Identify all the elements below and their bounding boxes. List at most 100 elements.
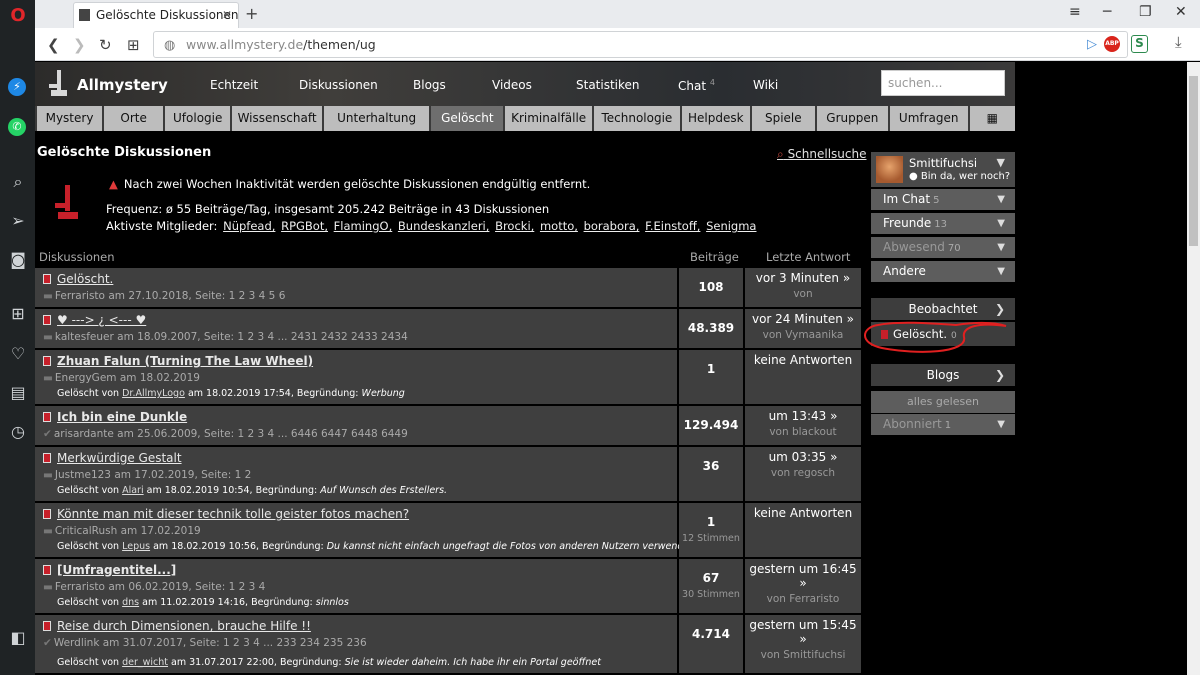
cat-orte[interactable]: Orte	[104, 106, 164, 131]
nav-diskussionen[interactable]: Diskussionen	[299, 78, 378, 92]
allmystery-logo-icon[interactable]	[49, 70, 69, 97]
camera-icon[interactable]: ◙	[8, 250, 28, 270]
member-link[interactable]: borabora,	[584, 219, 640, 233]
topic-title-link[interactable]: Merkwürdige Gestalt	[57, 451, 182, 465]
scrollbar-thumb[interactable]	[1189, 76, 1198, 246]
table-row[interactable]: Ich bin eine Dunkle ✔ arisardante am 25.06…	[35, 406, 861, 445]
cat-wissenschaft[interactable]: Wissenschaft	[232, 106, 322, 131]
cat-ufologie[interactable]: Ufologie	[165, 106, 231, 131]
user-panel[interactable]: Smittifuchsi ● Bin da, wer noch? ▼	[871, 152, 1015, 187]
nav-wiki[interactable]: Wiki	[753, 78, 778, 92]
nav-blogs[interactable]: Blogs	[413, 78, 446, 92]
cat-gruppen[interactable]: Gruppen	[816, 106, 888, 131]
last-reply-time[interactable]: vor 3 Minuten »	[745, 271, 861, 285]
member-link[interactable]: RPGBot,	[281, 219, 328, 233]
forward-icon[interactable]: ❯	[73, 36, 86, 54]
cat-helpdesk[interactable]: Helpdesk	[681, 106, 750, 131]
last-reply-time[interactable]: gestern um 16:45 »	[745, 562, 861, 590]
topic-title-link[interactable]: Gelöscht.	[57, 272, 113, 286]
speed-dial-grid-icon[interactable]: ⊞	[127, 36, 140, 54]
member-link[interactable]: Senigma	[706, 219, 756, 233]
tab-menu-icon[interactable]: ≡	[1069, 4, 1081, 20]
nav-chat[interactable]: Chat 4	[678, 78, 715, 93]
member-link[interactable]: Brocki,	[495, 219, 534, 233]
abwesend-item[interactable]: Abwesend 70 ▼	[871, 237, 1015, 258]
nav-statistiken[interactable]: Statistiken	[576, 78, 640, 92]
last-reply-cell[interactable]: gestern um 16:45 » von Ferraristo	[745, 559, 861, 613]
sidebar-toggle-icon[interactable]: ◧	[8, 628, 28, 648]
extension-icon[interactable]: S	[1131, 35, 1148, 53]
abonniert-item[interactable]: Abonniert 1 ▼	[871, 414, 1015, 435]
opera-icon[interactable]: O	[8, 6, 28, 26]
whatsapp-icon[interactable]: ✆	[8, 118, 26, 136]
cat-kriminalfaelle[interactable]: Kriminalfälle	[505, 106, 593, 131]
topic-title-link[interactable]: [Umfragentitel...]	[57, 563, 176, 577]
back-icon[interactable]: ❮	[47, 36, 60, 54]
user-name[interactable]: Smittifuchsi	[909, 156, 977, 170]
browser-tab[interactable]: Gelöschte Diskussionen - A ✕	[73, 2, 239, 28]
last-reply-time[interactable]: gestern um 15:45 »	[745, 618, 861, 646]
last-reply-cell[interactable]: keine Antworten	[745, 503, 861, 557]
new-tab-button[interactable]: +	[245, 4, 258, 23]
blogs-header[interactable]: Blogs ❯	[871, 364, 1015, 386]
table-row[interactable]: Merkwürdige Gestalt ▬ Justme123 am 17.02.2…	[35, 447, 861, 501]
cat-umfragen[interactable]: Umfragen	[889, 106, 968, 131]
send-icon[interactable]: ➢	[8, 211, 28, 231]
andere-item[interactable]: Andere ▼	[871, 261, 1015, 282]
cat-unterhaltung[interactable]: Unterhaltung	[323, 106, 430, 131]
adblock-icon[interactable]: ABP	[1104, 36, 1120, 52]
last-reply-cell[interactable]: um 13:43 » von blackout	[745, 406, 861, 445]
member-link[interactable]: F.Einstoff,	[645, 219, 700, 233]
deleted-by-link[interactable]: Lepus	[122, 541, 150, 552]
site-brand[interactable]: Allmystery	[77, 76, 168, 94]
last-reply-time[interactable]: um 03:35 »	[745, 450, 861, 464]
deleted-by-link[interactable]: Alari	[122, 485, 144, 496]
table-row[interactable]: Zhuan Falun (Turning The Law Wheel) ▬ Ener…	[35, 350, 861, 404]
last-reply-cell[interactable]: gestern um 15:45 » von Smittifuchsi	[745, 615, 861, 673]
table-row[interactable]: [Umfragentitel...] ▬ Ferraristo am 06.02.2…	[35, 559, 861, 613]
table-row[interactable]: ♥ ---> ¿ <--- ♥ ▬ kaltesfeuer am 18.09.200…	[35, 309, 861, 348]
url-input[interactable]: ◍ www.allmystery.de/themen/ug ▷ ♡	[153, 31, 1128, 58]
member-link[interactable]: FlamingO,	[334, 219, 393, 233]
topic-title-link[interactable]: Zhuan Falun (Turning The Law Wheel)	[57, 354, 313, 368]
freunde-item[interactable]: Freunde 13 ▼	[871, 213, 1015, 234]
avatar[interactable]	[876, 156, 903, 183]
last-reply-cell[interactable]: vor 24 Minuten » von Vymaanika	[745, 309, 861, 348]
member-link[interactable]: Nüpfead,	[223, 219, 275, 233]
table-row[interactable]: Reise durch Dimensionen, brauche Hilfe !…	[35, 615, 861, 673]
page-scrollbar[interactable]	[1187, 62, 1200, 675]
download-icon[interactable]: ⤓	[1175, 33, 1182, 51]
close-window-icon[interactable]: ✕	[1175, 4, 1187, 20]
last-reply-time[interactable]: keine Antworten	[745, 506, 861, 520]
table-row[interactable]: Gelöscht. ▬ Ferraristo am 27.10.2018, Seit…	[35, 268, 861, 307]
last-reply-time[interactable]: um 13:43 »	[745, 409, 861, 423]
last-reply-time[interactable]: keine Antworten	[745, 353, 861, 367]
table-row[interactable]: Könnte man mit dieser technik tolle geis…	[35, 503, 861, 557]
chevron-down-icon[interactable]: ▼	[997, 156, 1005, 169]
alles-gelesen[interactable]: alles gelesen	[871, 391, 1015, 413]
heart-icon[interactable]: ♡	[8, 344, 28, 364]
deleted-by-link[interactable]: der_wicht	[122, 657, 168, 668]
nav-videos[interactable]: Videos	[492, 78, 532, 92]
site-search-input[interactable]: suchen...	[881, 70, 1005, 96]
deleted-by-link[interactable]: dns	[122, 597, 139, 608]
speed-dial-icon[interactable]: ⊞	[8, 304, 28, 324]
cat-geloescht[interactable]: Gelöscht	[431, 106, 504, 131]
cat-technologie[interactable]: Technologie	[594, 106, 680, 131]
search-icon[interactable]: ⌕	[8, 172, 28, 192]
last-reply-cell[interactable]: keine Antworten	[745, 350, 861, 404]
last-reply-time[interactable]: vor 24 Minuten »	[745, 312, 861, 326]
history-icon[interactable]: ◷	[8, 422, 28, 442]
minimize-icon[interactable]: ─	[1103, 4, 1111, 20]
member-link[interactable]: Bundeskanzleri,	[398, 219, 490, 233]
deleted-by-link[interactable]: Dr.AllmyLogo	[122, 388, 185, 399]
more-categories-icon[interactable]: ▦	[969, 106, 1015, 131]
last-reply-cell[interactable]: um 03:35 » von regosch	[745, 447, 861, 501]
schnellsuche-link[interactable]: ⌕ Schnellsuche	[777, 147, 866, 162]
topic-title-link[interactable]: Reise durch Dimensionen, brauche Hilfe !…	[57, 619, 311, 633]
last-reply-cell[interactable]: vor 3 Minuten » von	[745, 268, 861, 307]
reload-icon[interactable]: ↻	[99, 36, 112, 54]
im-chat-item[interactable]: Im Chat 5 ▼	[871, 189, 1015, 210]
nav-echtzeit[interactable]: Echtzeit	[210, 78, 258, 92]
restore-icon[interactable]: ❐	[1139, 4, 1152, 20]
